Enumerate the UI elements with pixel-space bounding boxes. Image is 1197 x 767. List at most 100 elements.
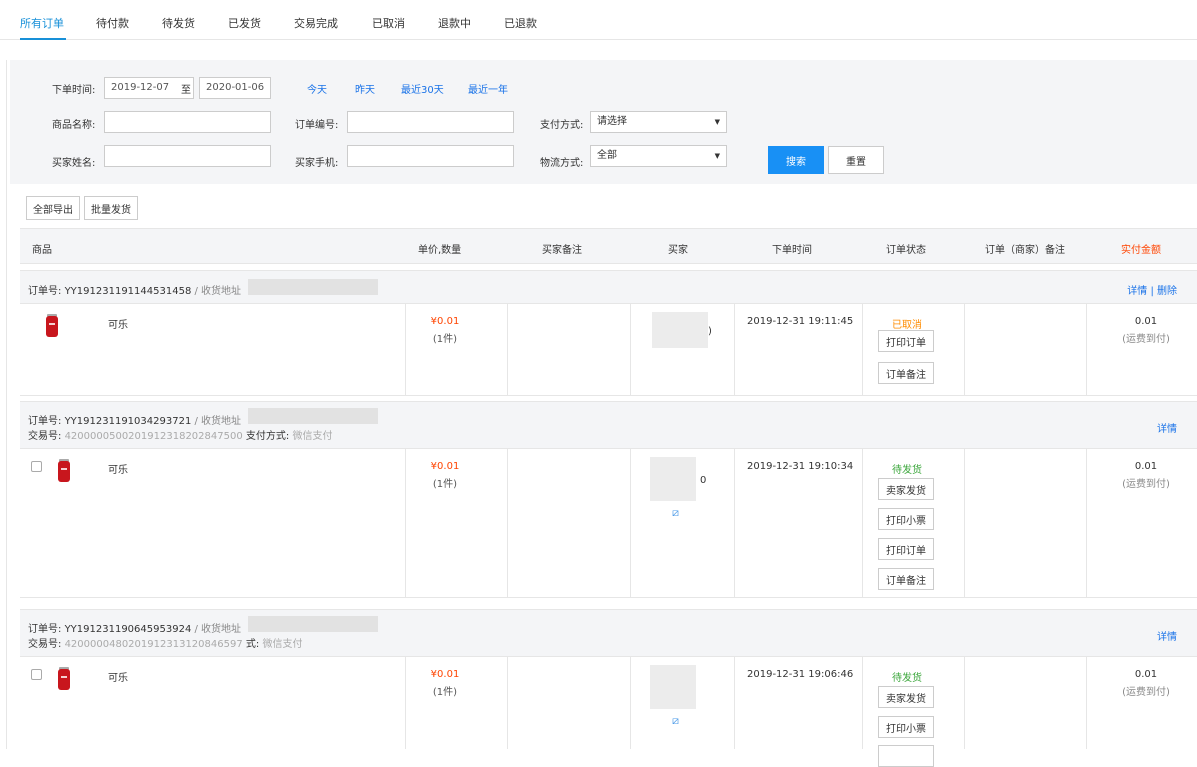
- ship-button[interactable]: 卖家发货: [878, 478, 934, 500]
- quantity: (1件): [432, 687, 458, 698]
- quick-yesterday-link[interactable]: 昨天: [355, 81, 375, 96]
- quantity: (1件): [432, 479, 458, 490]
- paid-amount: 0.01: [1134, 316, 1158, 327]
- order-no: YY191231191144531458: [64, 286, 192, 297]
- divider: [1086, 304, 1087, 395]
- col-product: 商品: [32, 245, 52, 256]
- active-tab-underline: [20, 38, 66, 40]
- order-no-label: 订单号:: [28, 416, 62, 427]
- divider: [1086, 449, 1087, 597]
- order-note-button[interactable]: 订单备注: [878, 362, 934, 384]
- divider: [507, 657, 508, 749]
- divider: [734, 304, 735, 395]
- divider: [630, 304, 631, 395]
- print-receipt-button[interactable]: 打印小票: [878, 508, 934, 530]
- action-separator: |: [1150, 286, 1154, 297]
- tab-pending-payment[interactable]: 待付款: [96, 15, 129, 31]
- edit-icon[interactable]: ⧄: [672, 715, 684, 727]
- tab-all-orders[interactable]: 所有订单: [20, 15, 64, 31]
- quick-30days-link[interactable]: 最近30天: [401, 81, 444, 96]
- unit-price: ¥0.01: [430, 461, 460, 472]
- order-note-button[interactable]: 订单备注: [878, 568, 934, 590]
- shipping-note: (运费到付): [1122, 687, 1170, 698]
- col-merchant-note: 订单（商家）备注: [985, 245, 1065, 256]
- date-to-input[interactable]: 2020-01-06: [199, 77, 271, 99]
- divider: [862, 304, 863, 395]
- order-actions: 详情: [1157, 420, 1177, 435]
- search-button[interactable]: 搜索: [768, 146, 824, 174]
- order-header: 订单号: YY191231190645953924 / 收货地址 交易号: 42…: [20, 609, 1197, 657]
- reset-button[interactable]: 重置: [828, 146, 884, 174]
- pay-method-select[interactable]: 请选择 ▼: [590, 111, 727, 133]
- order-checkbox[interactable]: [31, 461, 42, 472]
- buyer-phone-input[interactable]: [347, 145, 514, 167]
- shipping-note: (运费到付): [1122, 479, 1170, 490]
- print-order-button[interactable]: 打印订单: [878, 330, 934, 352]
- divider: [405, 657, 406, 749]
- product-name-input[interactable]: [104, 111, 271, 133]
- order-status: 待发货: [892, 673, 922, 684]
- unit-price: ¥0.01: [430, 316, 460, 327]
- product-name[interactable]: 可乐: [108, 316, 128, 331]
- tab-completed[interactable]: 交易完成: [294, 15, 338, 31]
- quick-today-link[interactable]: 今天: [307, 81, 327, 96]
- col-order-status: 订单状态: [886, 245, 926, 256]
- order-delete-link[interactable]: 删除: [1157, 286, 1177, 297]
- col-paid-amount: 实付金额: [1121, 245, 1161, 256]
- redacted-buyer: [650, 665, 696, 709]
- order-status-tabs: 所有订单 待付款 待发货 已发货 交易完成 已取消 退款中 已退款: [0, 0, 1197, 40]
- edit-icon[interactable]: ⧄: [672, 507, 684, 519]
- chevron-down-icon: ▼: [714, 152, 720, 160]
- batch-ship-button[interactable]: 批量发货: [84, 196, 138, 220]
- order-header: 订单号: YY191231191144531458 / 收货地址 详情 | 删除: [20, 270, 1197, 304]
- ship-button[interactable]: 卖家发货: [878, 686, 934, 708]
- order-no-input[interactable]: [347, 111, 514, 133]
- pay-method-value: 请选择: [597, 116, 627, 127]
- divider: [507, 304, 508, 395]
- product-thumbnail[interactable]: [58, 667, 70, 691]
- product-thumbnail[interactable]: [58, 459, 70, 483]
- address-label: / 收货地址: [194, 416, 242, 427]
- order-time: 2019-12-31 19:06:46: [747, 669, 854, 680]
- redacted-address: [248, 616, 378, 632]
- tab-refunded[interactable]: 已退款: [504, 15, 537, 31]
- print-order-button-partial[interactable]: [878, 745, 934, 767]
- redacted-address: [248, 279, 378, 295]
- paid-amount: 0.01: [1134, 461, 1158, 472]
- divider: [405, 304, 406, 395]
- divider: [964, 657, 965, 749]
- divider: [862, 657, 863, 749]
- divider: [862, 449, 863, 597]
- product-name[interactable]: 可乐: [108, 669, 128, 684]
- product-thumbnail[interactable]: [46, 314, 58, 338]
- tab-pending-shipment[interactable]: 待发货: [162, 15, 195, 31]
- tab-refunding[interactable]: 退款中: [438, 15, 471, 31]
- order-no-label: 订单号:: [28, 624, 62, 635]
- pay-method-value: 微信支付: [262, 639, 303, 650]
- logistics-value: 全部: [597, 150, 617, 161]
- order-actions: 详情: [1157, 628, 1177, 643]
- order-detail-link[interactable]: 详情: [1157, 424, 1177, 435]
- order-checkbox[interactable]: [31, 669, 42, 680]
- order-time: 2019-12-31 19:11:45: [747, 316, 854, 327]
- export-all-button[interactable]: 全部导出: [26, 196, 80, 220]
- buyer-name-input[interactable]: [104, 145, 271, 167]
- pay-method-label: 支付方式:: [245, 431, 290, 442]
- order-status: 待发货: [892, 465, 922, 476]
- quick-year-link[interactable]: 最近一年: [468, 81, 508, 96]
- print-receipt-button[interactable]: 打印小票: [878, 716, 934, 738]
- table-header: 商品 单价,数量 买家备注 买家 下单时间 订单状态 订单（商家）备注 实付金额: [20, 228, 1197, 264]
- buyer-suffix: ): [708, 326, 712, 337]
- print-order-button[interactable]: 打印订单: [878, 538, 934, 560]
- product-name[interactable]: 可乐: [108, 461, 128, 476]
- pay-method-label: 支付方式:: [540, 120, 584, 131]
- order-no-label: 订单号:: [28, 286, 62, 297]
- tab-cancelled[interactable]: 已取消: [372, 15, 405, 31]
- divider: [405, 449, 406, 597]
- order-detail-link[interactable]: 详情: [1127, 286, 1147, 297]
- order-header: 订单号: YY191231191034293721 / 收货地址 交易号: 42…: [20, 401, 1197, 449]
- logistics-select[interactable]: 全部 ▼: [590, 145, 727, 167]
- order-time-label: 下单时间:: [52, 85, 96, 96]
- tab-shipped[interactable]: 已发货: [228, 15, 261, 31]
- order-detail-link[interactable]: 详情: [1157, 632, 1177, 643]
